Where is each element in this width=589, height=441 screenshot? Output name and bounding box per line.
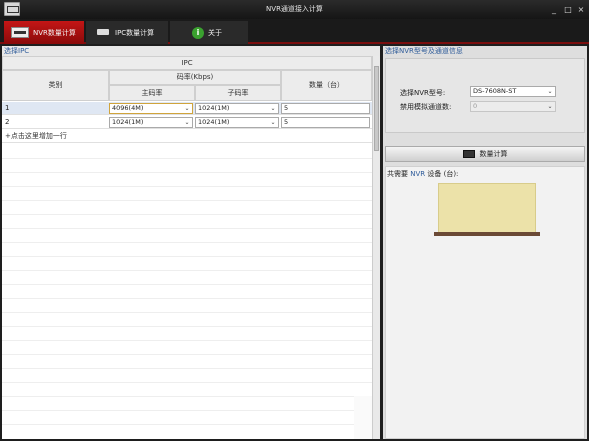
grid-row-line [2,228,372,229]
grid-row-line [2,354,372,355]
tab-label: NVR数量计算 [33,28,76,37]
grid-row-line [2,312,372,313]
header-ipc: IPC [2,56,372,70]
analog-channel-select[interactable]: 0 ⌄ [470,101,556,112]
result-suffix: 设备 (台): [427,170,459,178]
window-title: NVR通道接入计算 [266,5,323,13]
grid-row-line [2,158,372,159]
grid-row-line [2,326,372,327]
ipc-panel: 选择IPC IPC 类别 码率(Kbps) 主码率 子码率 数量（台） 1 40… [2,46,380,439]
tab-label: IPC数量计算 [115,28,155,37]
grid-row-line [2,214,372,215]
row-category: 2 [5,118,10,126]
grid-row-line [2,410,372,411]
add-row-link[interactable]: +点击这里增加一行 [2,130,372,143]
section-title: 选择IPC [2,46,380,56]
grid-row-line [2,242,372,243]
grid-row-line [2,424,372,425]
info-icon: i [192,26,204,39]
header-main-stream: 主码率 [109,85,195,101]
chevron-down-icon: ⌄ [184,119,190,126]
nvr-device-image [438,183,536,233]
header-sub-stream: 子码率 [195,85,281,101]
nvr-panel: 选择NVR型号及通道信息 选择NVR型号: DS-7608N-ST ⌄ 禁用模拟通… [383,46,587,439]
header-quantity: 数量（台） [281,70,372,101]
vertical-scrollbar[interactable] [372,56,380,439]
result-prefix: 共需要 [387,170,408,178]
chevron-down-icon: ⌄ [270,119,276,126]
grid-row-line [2,284,372,285]
sub-stream-select[interactable]: 1024(1M) ⌄ [195,117,279,128]
chevron-down-icon: ⌄ [184,105,190,112]
maximize-button[interactable]: □ [562,4,574,15]
grid-row-line [2,396,372,397]
sub-stream-select[interactable]: 1024(1M) ⌄ [195,103,279,114]
scrollbar-thumb[interactable] [374,66,379,151]
nvr-model-label: 选择NVR型号: [400,89,446,97]
select-value: 0 [473,102,478,110]
table-row[interactable]: 2 1024(1M) ⌄ 1024(1M) ⌄ 5 [2,116,372,129]
nvr-device-base [434,232,540,236]
close-button[interactable]: × [575,4,587,15]
quantity-input[interactable]: 5 [281,103,370,114]
analog-channel-label: 禁用模拟通道数: [400,103,452,111]
nvr-config-box: 选择NVR型号: DS-7608N-ST ⌄ 禁用模拟通道数: 0 ⌄ [385,58,585,133]
row-category: 1 [5,104,10,112]
toolbar: NVR数量计算 IPC数量计算 i 关于 [0,19,589,44]
calculate-label: 数量计算 [479,150,508,158]
nvr-device-icon [11,27,29,38]
header-bitrate: 码率(Kbps) [109,70,281,85]
camera-icon [95,27,111,38]
ipc-table: IPC 类别 码率(Kbps) 主码率 子码率 数量（台） 1 4096(4M)… [2,56,372,439]
select-value: 1024(1M) [198,118,230,126]
quantity-input[interactable]: 5 [281,117,370,128]
main-stream-select[interactable]: 4096(4M) ⌄ [109,103,193,114]
grid-row-line [2,186,372,187]
select-value: 4096(4M) [112,104,144,112]
table-row[interactable]: 1 4096(4M) ⌄ 1024(1M) ⌄ 5 [2,102,372,115]
grid-row-line [2,172,372,173]
header-category: 类别 [2,70,109,101]
tab-about[interactable]: i 关于 [170,21,248,44]
result-panel: 共需要 NVR 设备 (台): [385,166,585,439]
grid-row-line [2,200,372,201]
chevron-down-icon: ⌄ [270,105,276,112]
tab-ipc-count[interactable]: IPC数量计算 [86,21,168,44]
main-stream-select[interactable]: 1024(1M) ⌄ [109,117,193,128]
title-bar: NVR通道接入计算 _ □ × [0,0,589,19]
grid-row-line [2,270,372,271]
grid-row-line [2,340,372,341]
tab-nvr-count[interactable]: NVR数量计算 [4,21,84,44]
grid-row-line [2,256,372,257]
grid-row-line [2,382,372,383]
section-title: 选择NVR型号及通道信息 [383,46,587,56]
grid-row-line [2,298,372,299]
result-text: 共需要 NVR 设备 (台): [387,169,458,179]
tab-label: 关于 [208,28,222,37]
chevron-down-icon: ⌄ [547,88,553,95]
minimize-button[interactable]: _ [548,4,560,15]
result-nvr: NVR [410,170,426,178]
app-window: NVR通道接入计算 _ □ × NVR数量计算 IPC数量计算 i 关于 选择I… [0,0,589,441]
select-value: DS-7608N-ST [473,87,517,95]
calculate-button[interactable]: 数量计算 [385,146,585,162]
calculator-icon [462,150,475,158]
select-value: 1024(1M) [198,104,230,112]
grid-corner [354,396,372,439]
select-value: 1024(1M) [112,118,144,126]
grid-row-line [2,368,372,369]
chevron-down-icon: ⌄ [547,103,553,110]
nvr-model-select[interactable]: DS-7608N-ST ⌄ [470,86,556,97]
